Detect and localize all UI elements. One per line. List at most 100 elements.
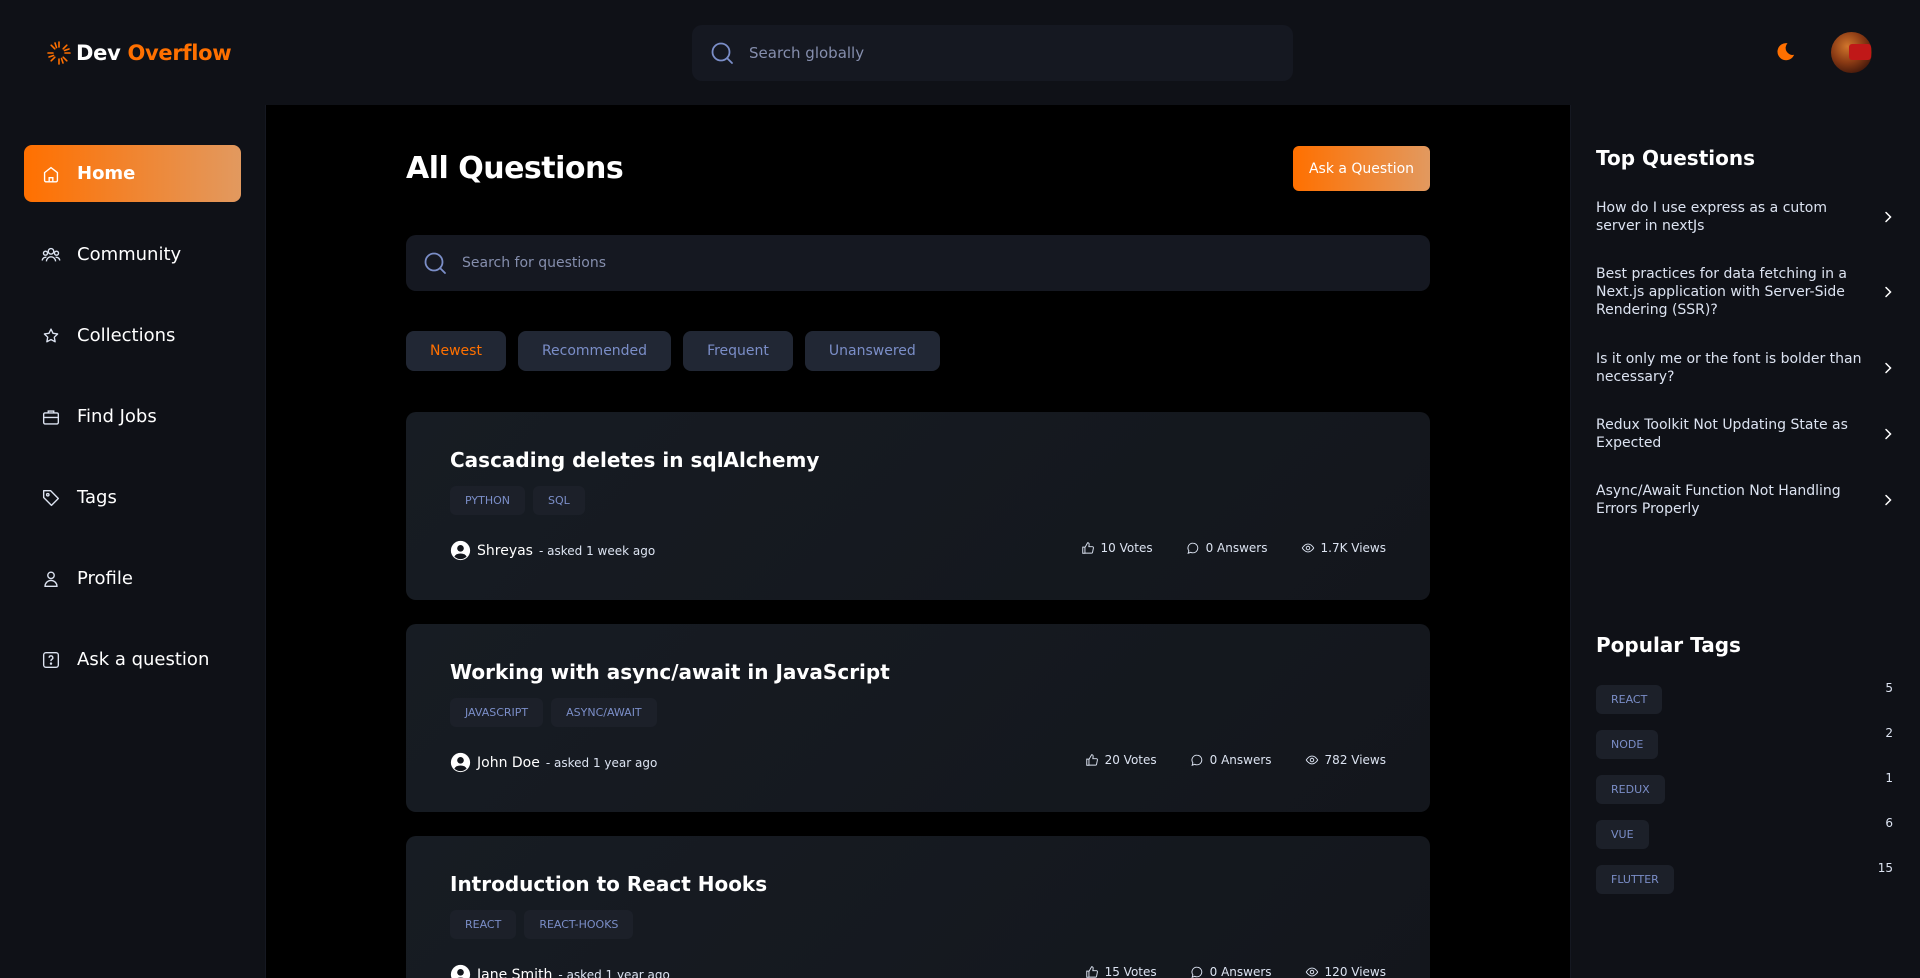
- user-avatar[interactable]: [1831, 32, 1872, 73]
- sidebar-item-collections[interactable]: Collections: [24, 307, 241, 364]
- right-sidebar: Top Questions How do I use express as a …: [1570, 105, 1920, 978]
- thumbs-up-icon: [1081, 542, 1094, 554]
- question-title[interactable]: Cascading deletes in sqlAlchemy: [450, 448, 819, 472]
- global-search-bar: [692, 25, 1293, 81]
- top-question-text: Redux Toolkit Not Updating State as Expe…: [1596, 417, 1848, 451]
- tag-badge[interactable]: async/await: [551, 698, 657, 727]
- popular-tag[interactable]: NODE: [1596, 730, 1659, 759]
- top-question-text: Best practices for data fetching in a Ne…: [1596, 266, 1847, 318]
- answers-stat: 0 Answers: [1186, 541, 1268, 555]
- answers-stat: 0 Answers: [1190, 753, 1272, 767]
- question-author[interactable]: Jane Smith - asked 1 year ago: [450, 964, 670, 978]
- answers-count: 0 Answers: [1205, 541, 1268, 555]
- global-search-input[interactable]: [749, 33, 1279, 73]
- left-sidebar: Home Community Collections Find Jobs Tag…: [0, 105, 266, 978]
- question-author[interactable]: John Doe - asked 1 year ago: [450, 752, 657, 773]
- votes-count: 20 Votes: [1104, 753, 1157, 767]
- views-count: 1.7K Views: [1320, 541, 1387, 555]
- popular-tag-row: FLUTTER 15: [1596, 861, 1893, 894]
- sidebar-label-home: Home: [77, 163, 136, 184]
- views-count: 782 Views: [1324, 753, 1386, 767]
- popular-tag-count: 5: [1885, 681, 1893, 695]
- popular-tag[interactable]: REDUX: [1596, 775, 1665, 804]
- avatar-icon: [450, 964, 471, 978]
- eye-icon: [1301, 543, 1314, 553]
- tag-badge[interactable]: sql: [533, 486, 585, 515]
- tag-badge[interactable]: python: [450, 486, 525, 515]
- tag-badge[interactable]: javascript: [450, 698, 544, 727]
- popular-tag[interactable]: FLUTTER: [1596, 865, 1674, 894]
- asked-time: - asked 1 year ago: [558, 967, 670, 978]
- eye-icon: [1305, 755, 1318, 765]
- answers-count: 0 Answers: [1209, 965, 1272, 978]
- filter-unanswered[interactable]: Unanswered: [804, 331, 940, 371]
- sidebar-item-find-jobs[interactable]: Find Jobs: [24, 388, 241, 445]
- sidebar-item-community[interactable]: Community: [24, 226, 241, 283]
- thumbs-up-icon: [1085, 966, 1098, 978]
- filter-frequent[interactable]: Frequent: [683, 331, 793, 371]
- tag-badge[interactable]: react-hooks: [524, 910, 634, 939]
- sidebar-label-collections: Collections: [77, 325, 176, 346]
- question-search-input[interactable]: [462, 243, 1415, 283]
- top-question-item[interactable]: Async/Await Function Not Handling Errors…: [1596, 482, 1896, 518]
- filter-tabs: Newest Recommended Frequent Unanswered: [406, 331, 940, 371]
- chevron-right-icon: [1885, 286, 1892, 298]
- sidebar-item-tags[interactable]: Tags: [24, 469, 241, 526]
- message-icon: [1191, 966, 1202, 978]
- top-question-item[interactable]: Best practices for data fetching in a Ne…: [1596, 265, 1896, 319]
- search-icon: [711, 42, 733, 64]
- top-question-item[interactable]: Redux Toolkit Not Updating State as Expe…: [1596, 416, 1896, 452]
- main-content: All Questions Ask a Question Newest Reco…: [266, 105, 1570, 978]
- top-question-item[interactable]: Is it only me or the font is bolder than…: [1596, 350, 1896, 386]
- sidebar-item-profile[interactable]: Profile: [24, 550, 241, 607]
- popular-tag-row: NODE 2: [1596, 726, 1893, 759]
- thumbs-up-icon: [1085, 754, 1098, 766]
- views-stat: 120 Views: [1305, 965, 1386, 978]
- question-title[interactable]: Introduction to React Hooks: [450, 872, 767, 896]
- question-search-bar: [406, 235, 1430, 291]
- avatar-icon: [450, 540, 471, 561]
- tag-icon: [42, 489, 60, 506]
- theme-toggle-button[interactable]: [1773, 40, 1797, 64]
- sidebar-item-home[interactable]: Home: [24, 145, 241, 202]
- question-author[interactable]: Shreyas - asked 1 week ago: [450, 540, 655, 561]
- top-question-text: Is it only me or the font is bolder than…: [1596, 351, 1862, 385]
- user-icon: [44, 570, 58, 587]
- answers-stat: 0 Answers: [1190, 965, 1272, 978]
- question-stats: 15 Votes 0 Answers 120 Views: [1085, 965, 1386, 978]
- chevron-right-icon: [1885, 494, 1892, 506]
- sidebar-label-ask-question: Ask a question: [77, 649, 210, 670]
- popular-tag-count: 6: [1885, 816, 1893, 830]
- sidebar-label-find-jobs: Find Jobs: [77, 406, 157, 427]
- tag-badge[interactable]: react: [450, 910, 517, 939]
- question-card: Cascading deletes in sqlAlchemy python s…: [406, 412, 1430, 600]
- votes-stat: 15 Votes: [1085, 965, 1157, 978]
- votes-count: 10 Votes: [1100, 541, 1153, 555]
- top-question-item[interactable]: How do I use express as a cutom server i…: [1596, 199, 1896, 235]
- sidebar-item-ask-question[interactable]: Ask a question: [24, 631, 241, 688]
- popular-tag[interactable]: VUE: [1596, 820, 1649, 849]
- message-icon: [1187, 542, 1198, 555]
- sidebar-label-tags: Tags: [77, 487, 117, 508]
- asked-time: - asked 1 year ago: [545, 755, 658, 770]
- logo[interactable]: Dev Overflow: [46, 40, 232, 66]
- filter-recommended[interactable]: Recommended: [517, 331, 672, 371]
- question-card: Working with async/await in JavaScript j…: [406, 624, 1430, 812]
- popular-tag-row: VUE 6: [1596, 816, 1893, 849]
- home-icon: [43, 166, 59, 182]
- chevron-right-icon: [1885, 211, 1892, 223]
- filter-newest[interactable]: Newest: [406, 331, 506, 371]
- views-stat: 1.7K Views: [1301, 541, 1387, 555]
- message-icon: [1191, 754, 1202, 767]
- logo-text-dev: Dev: [76, 41, 121, 65]
- question-title[interactable]: Working with async/await in JavaScript: [450, 660, 890, 684]
- suitcase-icon: [42, 409, 60, 425]
- question-tags: javascript async/await: [450, 698, 657, 727]
- avatar-icon: [450, 752, 471, 773]
- eye-icon: [1305, 967, 1318, 977]
- views-stat: 782 Views: [1305, 753, 1386, 767]
- views-count: 120 Views: [1324, 965, 1386, 978]
- popular-tag[interactable]: REACT: [1596, 685, 1663, 714]
- popular-tag-count: 2: [1885, 726, 1893, 740]
- ask-question-button[interactable]: Ask a Question: [1293, 146, 1430, 191]
